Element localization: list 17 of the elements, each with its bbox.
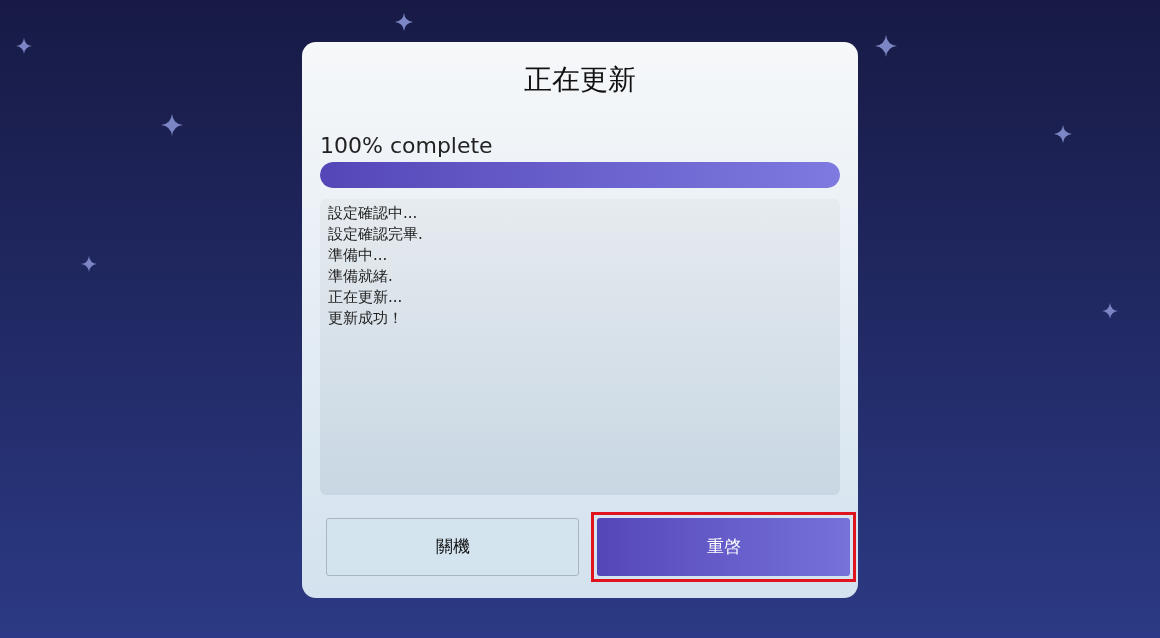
sparkle-icon bbox=[1102, 303, 1118, 319]
sparkle-icon bbox=[395, 13, 413, 31]
sparkle-icon bbox=[16, 38, 32, 54]
dialog-title: 正在更新 bbox=[524, 62, 636, 98]
secondary-button[interactable]: 關機 bbox=[326, 518, 579, 576]
progress-label: 100% complete bbox=[320, 132, 493, 160]
log-line: 設定確認中... bbox=[328, 203, 418, 224]
sparkle-icon bbox=[81, 256, 97, 272]
primary-button[interactable]: 重啓 bbox=[597, 518, 850, 576]
sparkle-icon bbox=[161, 114, 183, 136]
log-line: 準備中... bbox=[328, 245, 388, 266]
sparkle-icon bbox=[1054, 125, 1072, 143]
sparkle-icon bbox=[875, 35, 897, 57]
log-line: 更新成功！ bbox=[328, 308, 403, 329]
log-line: 設定確認完畢. bbox=[328, 224, 423, 245]
log-line: 準備就緒. bbox=[328, 266, 393, 287]
log-line: 正在更新... bbox=[328, 287, 403, 308]
